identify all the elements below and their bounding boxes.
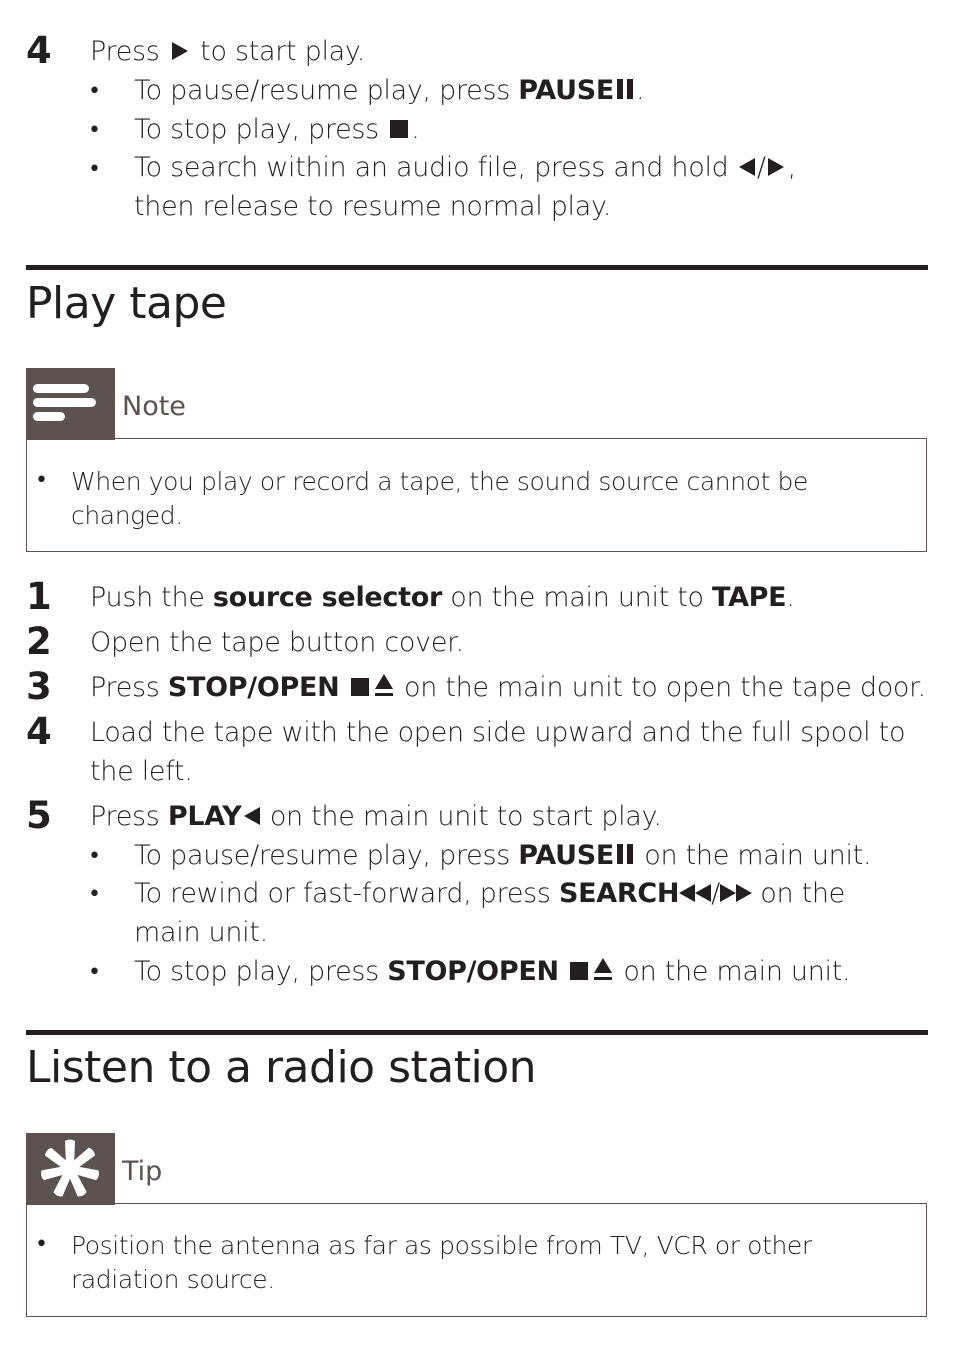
bullet-item: To pause/resume play, press PAUSE on the… — [134, 840, 872, 871]
bullet-post: on the main unit. — [644, 840, 872, 871]
step-bold: source selector — [212, 582, 442, 613]
stop-icon — [390, 120, 409, 138]
section-divider — [26, 265, 928, 270]
tip-text-line2: radiation source. — [71, 1265, 275, 1294]
step-post: on the main unit to start play. — [269, 801, 662, 832]
stop-icon — [350, 678, 369, 696]
step-text-after: to start play. — [200, 36, 366, 67]
note-label: Note — [122, 391, 186, 422]
bullet-item: To stop play, press . — [134, 114, 420, 145]
step-mid: on the main unit to — [450, 582, 704, 613]
bullet-pre: To pause/resume play, press — [134, 840, 510, 871]
step-text-before: Press — [90, 36, 160, 67]
bullet-post: on the main unit. — [623, 956, 851, 987]
step-bold: STOP/OPEN — [167, 672, 340, 703]
bullet-after: , — [787, 152, 797, 183]
bullet-item: To pause/resume play, press PAUSE. — [134, 75, 645, 106]
step-number: 4 — [26, 710, 52, 753]
tip-label: Tip — [122, 1156, 163, 1187]
section-divider — [26, 1030, 928, 1035]
note-icon-block — [26, 368, 115, 440]
bullet-pre: To stop play, press — [134, 956, 379, 987]
pause-icon — [617, 844, 633, 864]
bullet-dot: • — [88, 79, 101, 104]
bullet-text: To search within an audio file, press an… — [134, 152, 729, 183]
bullet-dot: • — [88, 844, 101, 869]
bullet-text: To stop play, press — [134, 114, 379, 145]
bullet-continuation: then release to resume normal play. — [134, 191, 612, 222]
step-number: 5 — [26, 794, 52, 837]
bullet-dot: • — [88, 882, 101, 907]
step-text-continuation: the left. — [90, 756, 193, 787]
note-lines-icon — [33, 384, 96, 421]
pause-icon — [617, 79, 633, 99]
bullet-dot: • — [35, 468, 48, 493]
tip-icon-block — [26, 1133, 115, 1205]
play-icon — [171, 42, 188, 60]
section-title: Listen to a radio station — [26, 1042, 537, 1093]
bullet-bold: SEARCH — [558, 878, 680, 909]
step-number: 2 — [26, 620, 52, 663]
bullet-text: To pause/resume play, press — [134, 75, 510, 106]
bullet-dot: • — [88, 960, 101, 985]
step-pre: Push the — [90, 582, 205, 613]
bullet-item: To search within an audio file, press an… — [134, 152, 796, 183]
step-text: Load the tape with the open side upward … — [90, 717, 906, 748]
bullet-dot: • — [88, 118, 101, 143]
step-number: 3 — [26, 665, 52, 708]
step-text: Push the source selector on the main uni… — [90, 582, 795, 613]
bullet-after: . — [636, 75, 645, 106]
previous-icon — [738, 158, 755, 176]
step-text: Press STOP/OPEN on the main unit to open… — [90, 672, 926, 703]
bullet-bold: PAUSE — [518, 840, 614, 871]
tip-asterisk-icon — [41, 1139, 99, 1197]
bullet-bold: PAUSE — [518, 75, 614, 106]
note-text-line1: When you play or record a tape, the soun… — [71, 467, 808, 496]
step-text: Open the tape button cover. — [90, 627, 464, 658]
next-icon — [767, 158, 784, 176]
eject-icon — [594, 958, 613, 980]
rewind-icon — [679, 884, 712, 902]
eject-icon — [374, 674, 393, 696]
step-post: . — [786, 582, 795, 613]
play-icon — [243, 807, 260, 825]
step-number: 4 — [26, 29, 52, 72]
bullet-dot: • — [35, 1232, 48, 1257]
bullet-bold: STOP/OPEN — [387, 956, 559, 987]
fast-forward-icon — [719, 884, 752, 902]
tip-text-line1: Position the antenna as far as possible … — [71, 1231, 812, 1260]
bullet-dot: • — [88, 157, 101, 182]
stop-icon — [570, 962, 589, 980]
step-bold: PLAY — [167, 801, 242, 832]
step-number: 1 — [26, 575, 52, 618]
bullet-post: on the — [760, 878, 845, 909]
bullet-item: To stop play, press STOP/OPEN on the mai… — [134, 956, 851, 987]
bullet-item: To rewind or fast-forward, press SEARCH /… — [134, 878, 845, 909]
step-text: Press PLAY on the main unit to start pla… — [90, 801, 662, 832]
step-text: Press to start play. — [90, 36, 365, 67]
step-pre: Press — [90, 672, 160, 703]
bullet-continuation: main unit. — [134, 917, 268, 948]
step-bold: TAPE — [712, 582, 787, 613]
step-pre: Press — [90, 801, 160, 832]
step-post: on the main unit to open the tape door. — [404, 672, 926, 703]
bullet-pre: To rewind or fast-forward, press — [134, 878, 551, 909]
bullet-after: . — [411, 114, 420, 145]
note-text-line2: changed. — [71, 501, 183, 530]
section-title: Play tape — [26, 278, 227, 329]
